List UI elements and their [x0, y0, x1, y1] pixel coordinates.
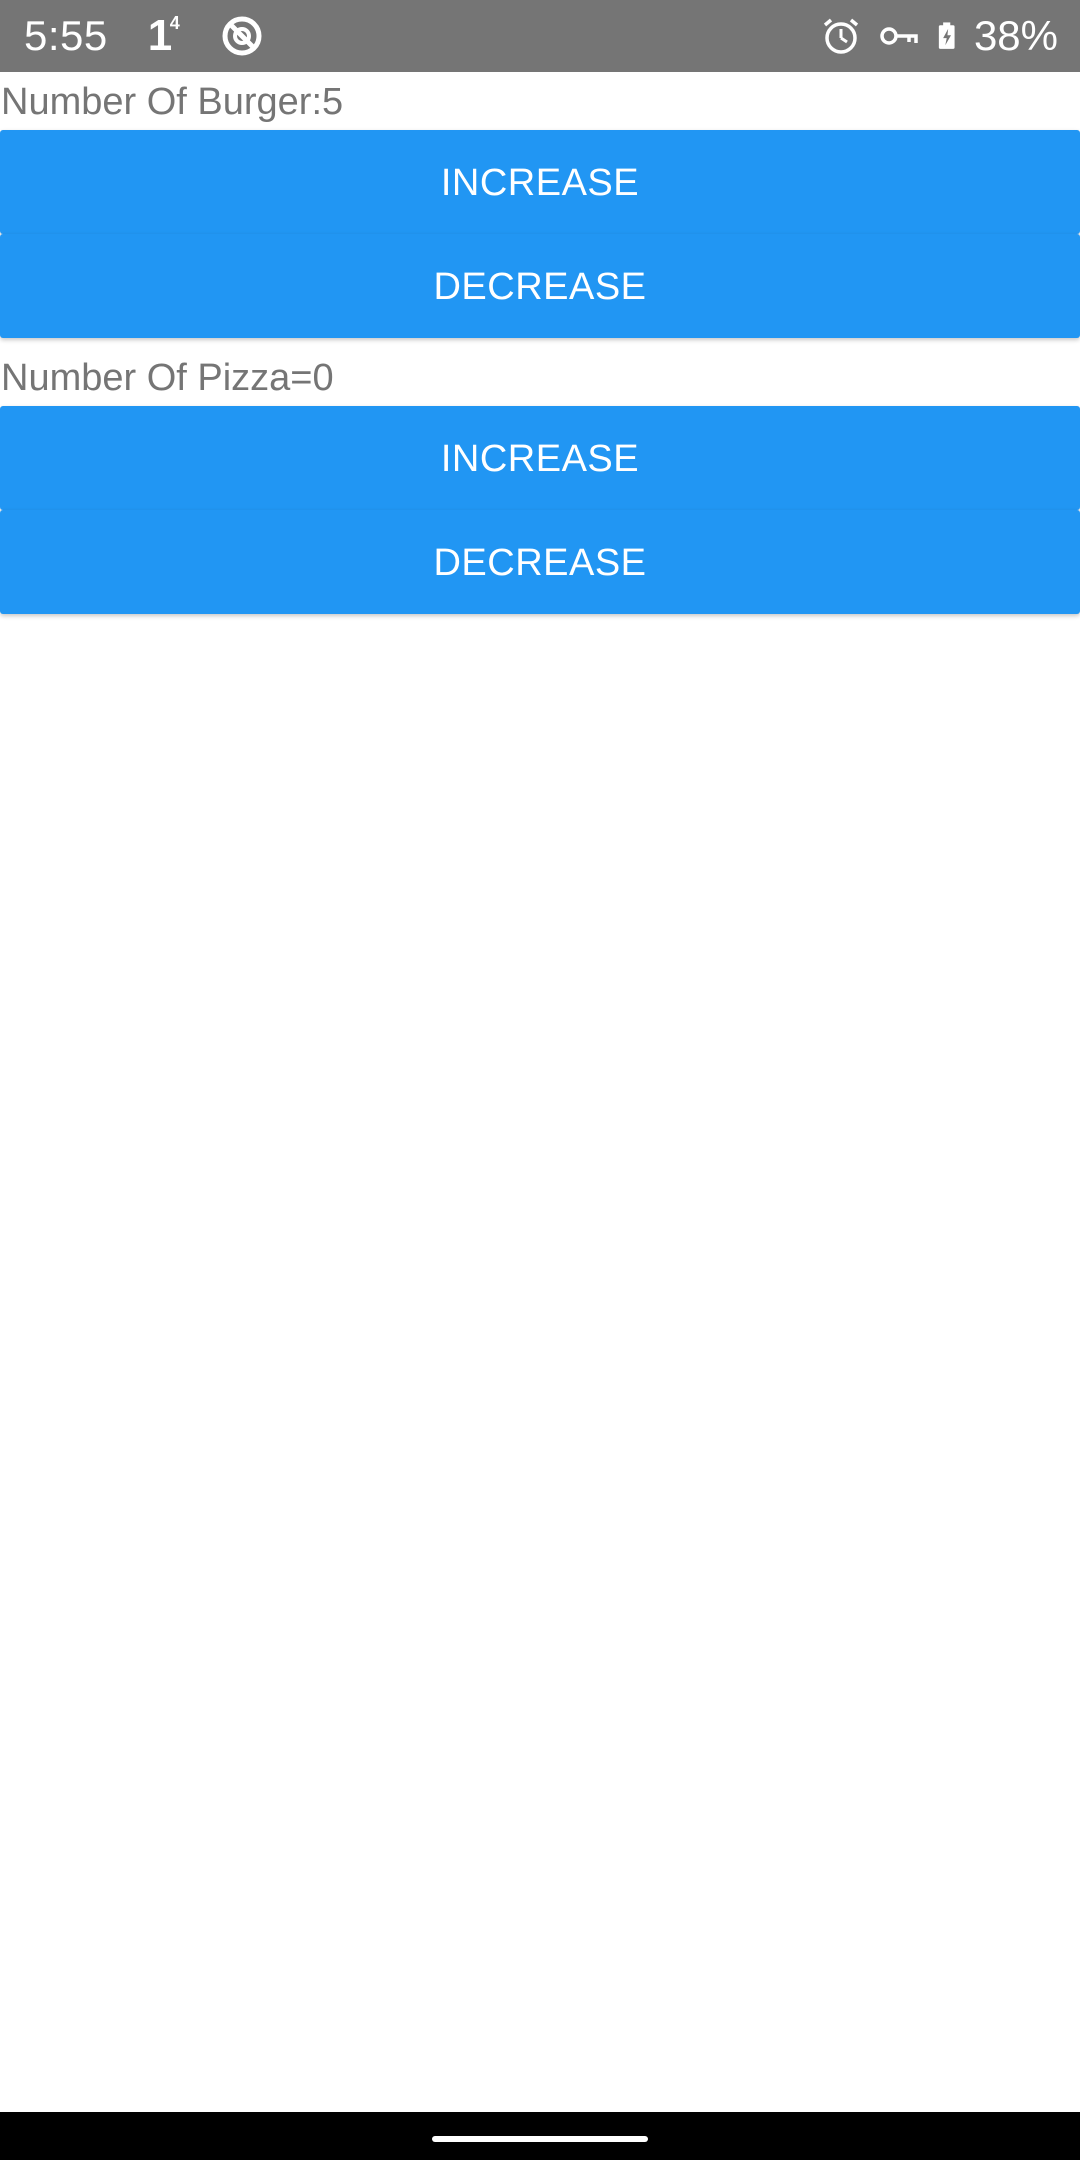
burger-count-label: Number Of Burger:5: [1, 81, 344, 123]
navigation-bar: [0, 2112, 1080, 2160]
notification-superscript: 4: [169, 13, 180, 33]
burger-increase-button[interactable]: INCREASE: [0, 130, 1080, 234]
main-content: Number Of Burger:5 INCREASE DECREASE Num…: [0, 72, 1080, 624]
vpn-key-icon: [880, 27, 918, 45]
alarm-icon: [823, 18, 859, 54]
notification-count: 1: [147, 11, 173, 60]
status-time: 5:55: [24, 12, 108, 59]
status-right: 38%: [804, 0, 1058, 72]
pizza-count-label: Number Of Pizza=0: [1, 357, 334, 399]
battery-charging-icon: [938, 22, 955, 49]
burger-decrease-button[interactable]: DECREASE: [0, 234, 1080, 338]
pizza-button-group: INCREASE DECREASE: [0, 406, 1080, 614]
home-gesture-handle[interactable]: [432, 2136, 648, 2142]
status-left: 5:55 1 4: [24, 0, 264, 72]
do-not-disturb-icon: [222, 16, 262, 56]
status-bar: 5:55 1 4 38%: [0, 0, 1080, 72]
pizza-increase-button[interactable]: INCREASE: [0, 406, 1080, 510]
burger-button-group: INCREASE DECREASE: [0, 130, 1080, 338]
pizza-decrease-button[interactable]: DECREASE: [0, 510, 1080, 614]
notification-indicator: 1 4: [147, 11, 180, 61]
battery-percent: 38%: [973, 12, 1058, 59]
